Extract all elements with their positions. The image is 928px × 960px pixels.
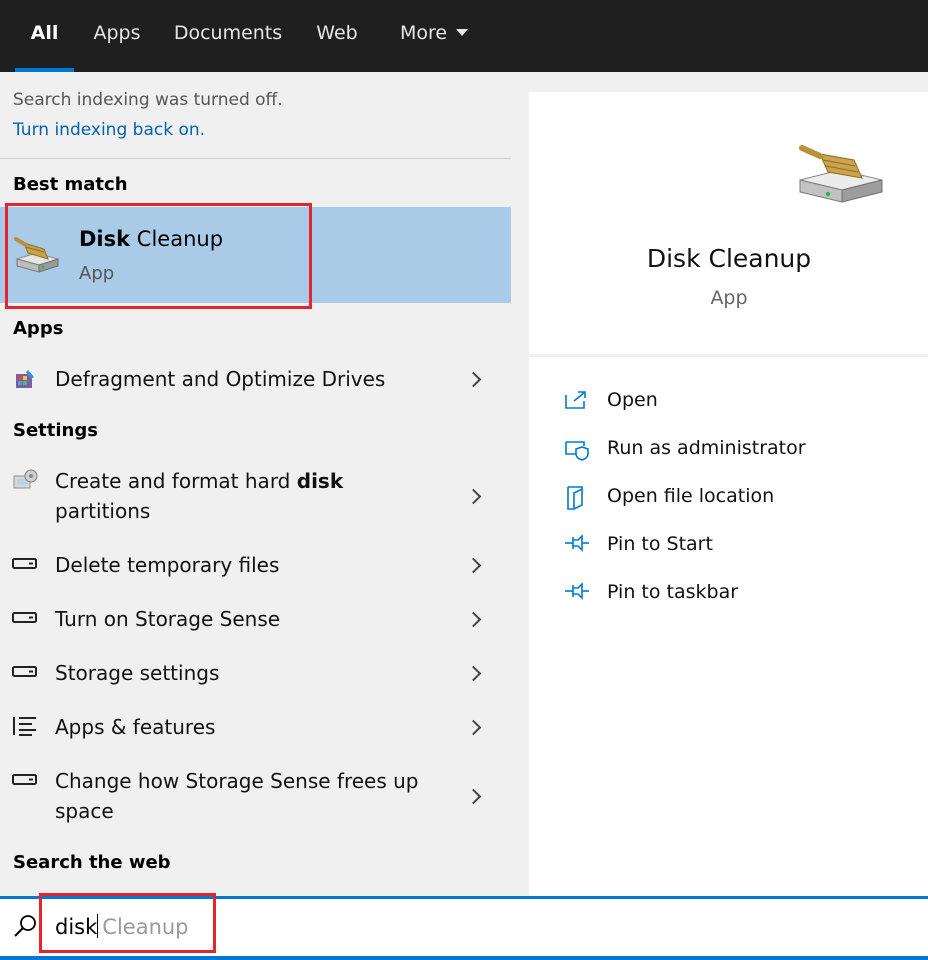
storage-icon bbox=[12, 612, 37, 623]
best-match-header: Best match bbox=[13, 174, 128, 195]
search-box[interactable]: disk Cleanup bbox=[0, 896, 928, 960]
computer-management-icon bbox=[13, 469, 38, 489]
action-label: Run as administrator bbox=[607, 437, 806, 459]
pin-icon bbox=[565, 534, 589, 552]
best-match-title: Disk Cleanup bbox=[79, 227, 224, 251]
action-open-file-location[interactable]: Open file location bbox=[529, 477, 928, 517]
action-label: Pin to Start bbox=[607, 533, 713, 555]
turn-indexing-on-link[interactable]: Turn indexing back on. bbox=[13, 120, 205, 140]
result-create-format-partitions[interactable]: Create and format hard disk partitions bbox=[0, 460, 511, 530]
caret-down-icon bbox=[456, 29, 469, 36]
tab-web[interactable]: Web bbox=[303, 0, 371, 72]
preview-actions: Open Run as administrator Open file loca… bbox=[529, 357, 928, 896]
result-label: Defragment and Optimize Drives bbox=[55, 367, 386, 391]
preview-subtitle: App bbox=[710, 287, 748, 309]
open-icon bbox=[565, 391, 586, 409]
result-label: Storage settings bbox=[55, 661, 220, 685]
preview-title: Disk Cleanup bbox=[646, 244, 812, 273]
chevron-right-icon[interactable] bbox=[465, 665, 482, 682]
disk-cleanup-icon bbox=[799, 145, 883, 203]
chevron-right-icon[interactable] bbox=[465, 611, 482, 628]
divider bbox=[0, 158, 511, 159]
action-label: Open file location bbox=[607, 485, 775, 507]
action-pin-to-start[interactable]: Pin to Start bbox=[529, 525, 928, 565]
tab-more[interactable]: More bbox=[384, 0, 484, 72]
action-label: Open bbox=[607, 389, 658, 411]
text-cursor bbox=[97, 914, 99, 938]
search-accent-line bbox=[0, 956, 928, 960]
storage-icon bbox=[12, 774, 37, 785]
storage-icon bbox=[12, 666, 37, 677]
tab-all[interactable]: All bbox=[15, 0, 74, 72]
chevron-right-icon[interactable] bbox=[465, 371, 482, 388]
settings-header: Settings bbox=[13, 420, 98, 441]
action-run-as-admin[interactable]: Run as administrator bbox=[529, 429, 928, 469]
indexing-notice: Search indexing was turned off. bbox=[13, 90, 283, 110]
tab-label: Web bbox=[316, 22, 358, 44]
search-autocomplete: Cleanup bbox=[102, 915, 189, 939]
search-typed-text: disk bbox=[55, 915, 98, 939]
chevron-right-icon[interactable] bbox=[465, 788, 482, 805]
preview-header: Disk Cleanup App bbox=[529, 92, 928, 354]
chevron-right-icon[interactable] bbox=[465, 719, 482, 736]
result-defragment[interactable]: Defragment and Optimize Drives bbox=[0, 360, 511, 400]
list-icon bbox=[13, 717, 36, 736]
result-storage-sense[interactable]: Turn on Storage Sense bbox=[0, 599, 511, 639]
search-input[interactable]: disk Cleanup bbox=[55, 914, 189, 939]
storage-icon bbox=[12, 558, 37, 569]
action-label: Pin to taskbar bbox=[607, 581, 739, 603]
result-label: Create and format hard disk partitions bbox=[55, 469, 344, 523]
chevron-right-icon[interactable] bbox=[465, 557, 482, 574]
action-pin-to-taskbar[interactable]: Pin to taskbar bbox=[529, 573, 928, 613]
pin-icon bbox=[565, 582, 589, 600]
result-label: Delete temporary files bbox=[55, 553, 280, 577]
best-match-subtitle: App bbox=[79, 263, 115, 284]
apps-header: Apps bbox=[13, 318, 64, 339]
search-web-header: Search the web bbox=[13, 852, 171, 873]
tab-label: All bbox=[30, 22, 59, 44]
result-apps-features[interactable]: Apps & features bbox=[0, 707, 511, 747]
result-storage-sense-frees[interactable]: Change how Storage Sense frees up space bbox=[0, 761, 511, 831]
shield-icon bbox=[565, 441, 589, 461]
file-location-icon bbox=[567, 486, 583, 510]
result-storage-settings[interactable]: Storage settings bbox=[0, 653, 511, 693]
action-open[interactable]: Open bbox=[529, 381, 928, 421]
tab-label: More bbox=[399, 22, 448, 44]
disk-cleanup-icon bbox=[14, 237, 60, 273]
tab-documents[interactable]: Documents bbox=[163, 0, 293, 72]
search-icon bbox=[14, 915, 36, 937]
search-tab-bar: All Apps Documents Web More bbox=[0, 0, 928, 72]
results-panel: Search indexing was turned off. Turn ind… bbox=[0, 72, 511, 896]
tab-label: Documents bbox=[173, 22, 283, 44]
result-label: Turn on Storage Sense bbox=[55, 607, 281, 631]
chevron-right-icon[interactable] bbox=[465, 488, 482, 505]
result-label: Change how Storage Sense frees up space bbox=[55, 769, 419, 823]
tab-label: Apps bbox=[93, 22, 141, 44]
tab-apps[interactable]: Apps bbox=[80, 0, 154, 72]
result-label: Apps & features bbox=[55, 715, 216, 739]
result-delete-temp-files[interactable]: Delete temporary files bbox=[0, 545, 511, 585]
defragment-icon bbox=[16, 370, 34, 388]
